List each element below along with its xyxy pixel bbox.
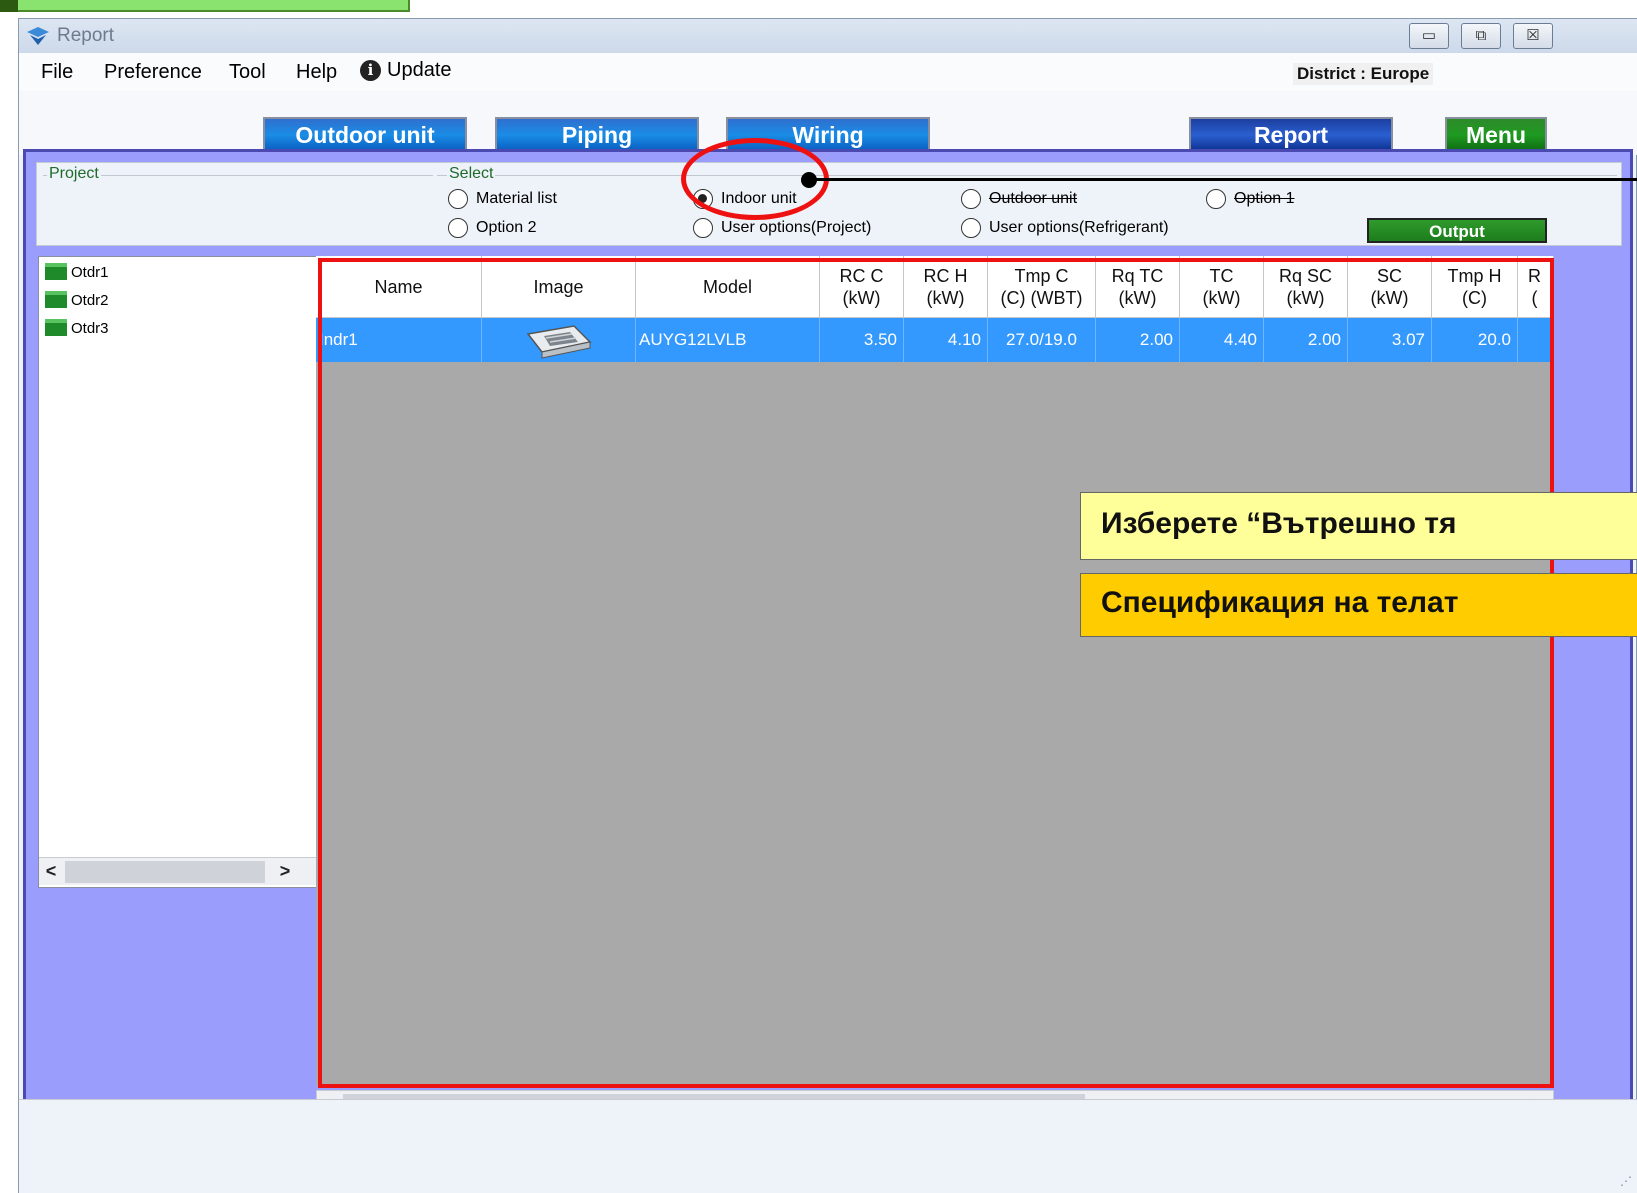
maximize-icon: ⧉ [1475,27,1487,44]
tree-item-label: Otdr2 [71,292,109,309]
piping-button[interactable]: Piping [495,117,699,153]
menu-update[interactable]: i Update [360,59,452,82]
update-label: Update [387,59,452,81]
project-tree: Otdr1 Otdr2 Otdr3 < > [38,256,320,888]
district-label: District : Europe [1293,63,1434,85]
menu-tool[interactable]: Tool [229,61,266,84]
report-button[interactable]: Report [1189,117,1393,153]
folder-icon [45,319,67,336]
callout-specification: Спецификация на телат [1080,573,1637,637]
maximize-button[interactable]: ⧉ [1461,23,1501,49]
radio-material-list[interactable] [448,189,468,209]
radio-option-2[interactable] [448,218,468,238]
outdoor-unit-button[interactable]: Outdoor unit [263,117,467,153]
menu-preference[interactable]: Preference [104,61,202,84]
folder-icon [45,263,67,280]
project-group-label: Project [47,165,101,183]
radio-user-options-refrigerant[interactable] [961,218,981,238]
folder-icon [45,291,67,308]
corner-decoration-dark [0,0,18,12]
minimize-button[interactable]: ▭ [1409,23,1449,49]
project-group-line [43,175,433,176]
radio-option-1-label: Option 1 [1234,190,1295,207]
radio-user-options-project[interactable] [693,218,713,238]
title-bar: Report ▭ ⧉ ☒ [19,19,1637,53]
radio-user-options-project-label: User options(Project) [721,219,872,236]
tree-scroll-thumb[interactable] [65,861,265,883]
radio-user-options-refrigerant-label: User options(Refrigerant) [989,219,1169,236]
pointer-line [808,178,1637,181]
tree-item-label: Otdr3 [71,320,109,337]
radio-outdoor-unit[interactable] [961,189,981,209]
close-button[interactable]: ☒ [1513,23,1553,49]
callout-select-indoor: Изберете “Вътрешно тя [1080,492,1637,560]
minimize-icon: ▭ [1421,27,1437,44]
tree-hscrollbar[interactable]: < > [39,857,319,885]
radio-option-1[interactable] [1206,189,1226,209]
pointer-dot [801,172,817,188]
table-highlight-frame [318,258,1554,1088]
tree-item-otdr1[interactable]: Otdr1 [45,263,109,281]
select-group-line [437,175,1617,176]
select-group-label: Select [447,165,496,183]
menu-file[interactable]: File [41,61,73,84]
corner-decoration [0,0,410,12]
window-title: Report [57,25,115,46]
radio-material-list-label: Material list [476,190,557,207]
menu-bar: File Preference Tool Help i Update Distr… [19,53,1637,91]
scroll-right-icon[interactable]: > [275,861,295,882]
nav-toolbar: Outdoor unit Piping Wiring Report Menu [19,91,1637,155]
menu-button[interactable]: Menu [1445,117,1547,153]
tree-item-otdr3[interactable]: Otdr3 [45,319,109,337]
radio-outdoor-unit-label: Outdoor unit [989,190,1078,207]
output-button[interactable]: Output [1367,218,1547,243]
tree-item-otdr2[interactable]: Otdr2 [45,291,109,309]
info-icon: i [360,60,381,81]
radio-option-2-label: Option 2 [476,219,537,236]
select-panel: Project Select Material list Indoor unit… [36,162,1622,246]
close-icon: ☒ [1526,27,1540,44]
status-bar: ⋰ [19,1099,1637,1193]
scroll-left-icon[interactable]: < [41,861,61,882]
resize-grip-icon[interactable]: ⋰ [1620,1174,1632,1188]
tree-item-label: Otdr1 [71,264,109,281]
app-icon [27,27,49,45]
menu-help[interactable]: Help [296,61,337,84]
